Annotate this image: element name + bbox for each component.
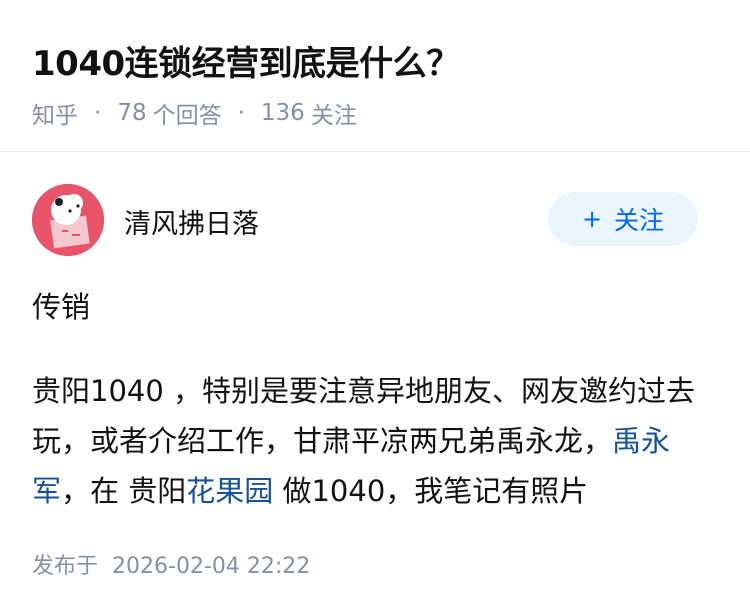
answer-paragraph: 传销	[32, 290, 91, 324]
question-header: 1040连锁经营到底是什么？ 知乎 · 78 个回答 · 136 关注	[0, 0, 750, 152]
answer-count-label[interactable]: 个回答	[153, 96, 222, 130]
separator-dot: ·	[237, 100, 245, 126]
published-datetime: 2026-02-04 22:22	[112, 554, 311, 579]
avatar-illustration-icon	[32, 184, 104, 256]
answer-text: ，在 贵阳	[61, 474, 187, 508]
follow-count-label: 关注	[310, 103, 357, 129]
author-name[interactable]: 清风拂日落	[124, 202, 259, 241]
follow-button-label: 关注	[614, 206, 665, 235]
answer-link-huaguoyuan[interactable]: 花果园	[186, 474, 273, 508]
published-label: 发布于	[32, 554, 99, 579]
question-meta: 知乎 · 78 个回答 · 136 关注	[32, 96, 357, 130]
answer-count: 78	[117, 100, 147, 126]
follow-button[interactable]: + 关注	[548, 192, 698, 246]
answer-text: 做1040，我笔记有照片	[273, 474, 589, 508]
avatar[interactable]	[32, 184, 104, 256]
answer-text: 贵阳1040 ，特别是要注意异地朋友、网友邀约过去玩，或者介绍工作，甘肃平凉两兄…	[32, 374, 696, 458]
answer-body: 传销 贵阳1040 ，特别是要注意异地朋友、网友邀约过去玩，或者介绍工作，甘肃平…	[32, 282, 722, 516]
publish-time: 发布于 2026-02-04 22:22	[32, 548, 310, 580]
follow-count: 136	[260, 100, 305, 126]
author-row: 清风拂日落 + 关注	[32, 184, 698, 256]
answer-paragraph: 贵阳1040 ，特别是要注意异地朋友、网友邀约过去玩，或者介绍工作，甘肃平凉两兄…	[32, 366, 722, 516]
source-label[interactable]: 知乎	[32, 96, 78, 130]
question-title[interactable]: 1040连锁经营到底是什么？	[32, 36, 460, 85]
separator-dot: ·	[94, 100, 102, 126]
plus-icon: +	[581, 205, 603, 233]
